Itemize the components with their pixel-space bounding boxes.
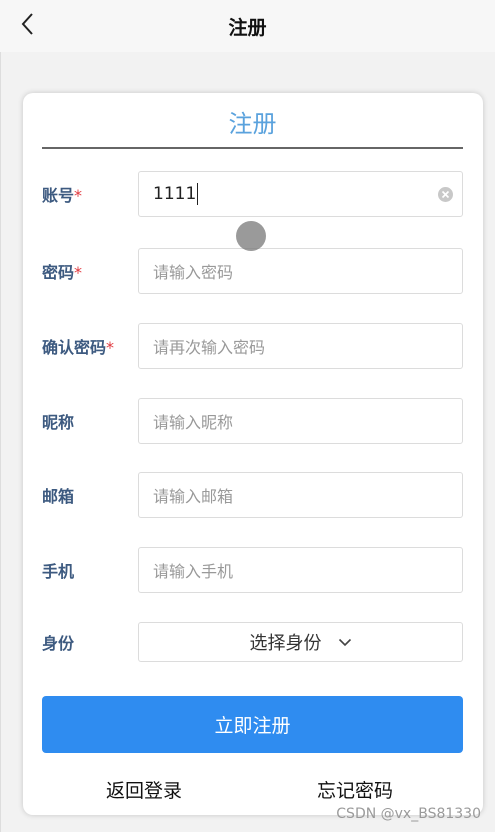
- confirm-password-label: 确认密码*: [42, 334, 138, 358]
- nickname-label: 昵称: [42, 413, 75, 432]
- phone-row: 手机 请输入手机: [42, 547, 463, 593]
- phone-placeholder: 请输入手机: [153, 562, 234, 581]
- password-row: 密码* 请输入密码: [42, 248, 463, 294]
- card-title: 注册: [42, 107, 463, 149]
- nickname-row: 昵称 请输入昵称: [42, 398, 463, 444]
- register-button[interactable]: 立即注册: [42, 696, 463, 753]
- confirm-password-label-text: 确认密码: [42, 338, 107, 357]
- email-placeholder: 请输入邮箱: [153, 487, 234, 506]
- back-icon[interactable]: [14, 10, 42, 38]
- identity-selected: 选择身份: [249, 633, 322, 654]
- confirm-password-placeholder: 请再次输入密码: [153, 338, 266, 357]
- identity-label: 身份: [42, 634, 75, 653]
- account-row: 账号* 1111: [42, 171, 463, 217]
- email-input[interactable]: 请输入邮箱: [138, 472, 463, 518]
- account-value: 1111: [153, 184, 197, 204]
- password-label-text: 密码: [42, 263, 75, 282]
- phone-label: 手机: [42, 562, 75, 581]
- email-label: 邮箱: [42, 487, 75, 506]
- account-input[interactable]: 1111: [138, 171, 463, 217]
- clear-icon[interactable]: [438, 187, 453, 202]
- required-mark: *: [74, 186, 83, 205]
- email-row: 邮箱 请输入邮箱: [42, 472, 463, 518]
- identity-row: 身份 选择身份: [42, 622, 463, 662]
- register-card: 注册 账号* 1111 密码* 请输入密码 确认密码* 请再次输入密码 昵称 请…: [23, 93, 483, 815]
- required-mark: *: [106, 338, 115, 357]
- back-to-login-link[interactable]: 返回登录: [106, 776, 182, 803]
- identity-select[interactable]: 选择身份: [138, 622, 463, 662]
- nav-bar: 注册: [0, 0, 495, 52]
- password-placeholder: 请输入密码: [153, 263, 234, 282]
- watermark: CSDN @vx_BS81330: [336, 806, 481, 822]
- account-label: 账号*: [42, 182, 138, 206]
- nickname-input[interactable]: 请输入昵称: [138, 398, 463, 444]
- password-label: 密码*: [42, 259, 138, 283]
- account-label-text: 账号: [42, 186, 75, 205]
- confirm-password-input[interactable]: 请再次输入密码: [138, 323, 463, 369]
- confirm-password-row: 确认密码* 请再次输入密码: [42, 323, 463, 369]
- password-input[interactable]: 请输入密码: [138, 248, 463, 294]
- chevron-down-icon: [338, 638, 352, 647]
- touch-indicator: [236, 221, 266, 251]
- text-caret: [197, 183, 199, 205]
- nav-title: 注册: [228, 16, 267, 39]
- forgot-password-link[interactable]: 忘记密码: [317, 776, 393, 803]
- phone-input[interactable]: 请输入手机: [138, 547, 463, 593]
- nickname-placeholder: 请输入昵称: [153, 413, 234, 432]
- required-mark: *: [74, 263, 83, 282]
